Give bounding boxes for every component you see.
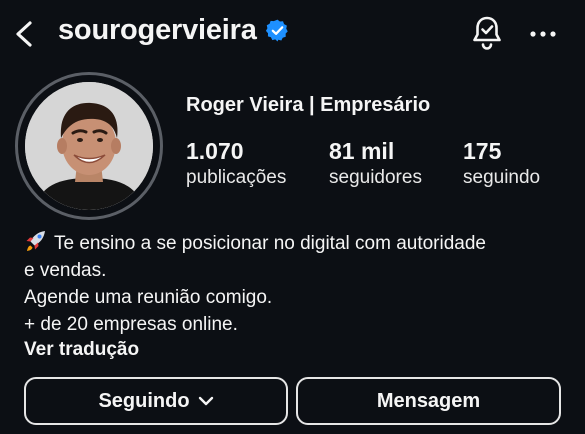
stat-posts-value: 1.070: [186, 138, 244, 164]
bio-line-3: Agende uma reunião comigo.: [24, 287, 273, 308]
avatar-ring[interactable]: [15, 72, 163, 220]
stat-following-value: 175: [463, 138, 502, 164]
display-name: Roger Vieira | Empresário: [186, 94, 431, 116]
stat-followers-value: 81 mil: [329, 138, 395, 164]
more-options-icon[interactable]: [527, 22, 559, 46]
message-button-label: Mensagem: [376, 389, 481, 412]
chevron-down-icon: [198, 396, 213, 406]
bio-line: Te ensino a se posicionar no digital com…: [24, 230, 569, 257]
bio-line-1: Te ensino a se posicionar no digital com…: [54, 233, 486, 254]
username-text: sourogervieira: [58, 14, 257, 46]
profile-username: sourogervieira: [58, 14, 290, 47]
top-bar: sourogervieira: [0, 0, 585, 68]
stat-posts[interactable]: 1.070 publicações: [186, 138, 286, 190]
bio-line-4: + de 20 empresas online.: [24, 314, 238, 335]
stat-followers-label: seguidores: [329, 167, 422, 188]
bio: Te ensino a se posicionar no digital com…: [24, 230, 569, 338]
notification-bell-icon[interactable]: [470, 14, 504, 52]
message-button[interactable]: Mensagem: [296, 377, 561, 425]
stat-following-label: seguindo: [463, 167, 541, 188]
verified-badge-icon: [265, 19, 288, 42]
following-button[interactable]: Seguindo: [24, 377, 288, 425]
avatar[interactable]: [25, 82, 153, 210]
profile-photo: [25, 82, 153, 210]
stat-following[interactable]: 175 seguindo: [463, 138, 540, 190]
rocket-icon: [26, 231, 45, 251]
bio-line-2: e vendas.: [24, 260, 107, 281]
following-button-label: Seguindo: [98, 389, 190, 412]
stat-posts-label: publicações: [186, 167, 287, 188]
stat-followers[interactable]: 81 mil seguidores: [329, 138, 422, 190]
see-translation-link[interactable]: Ver tradução: [24, 339, 139, 361]
back-arrow-icon[interactable]: [10, 18, 40, 50]
